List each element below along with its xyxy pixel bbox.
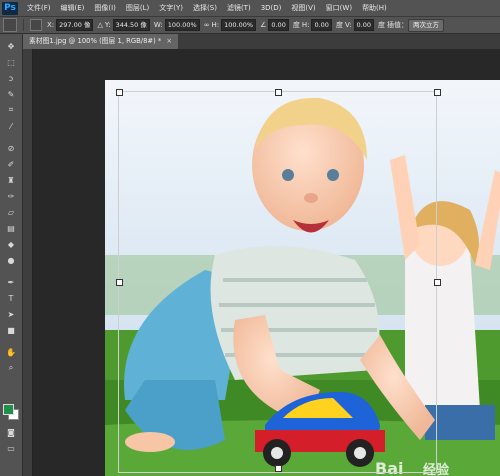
- menu-image[interactable]: 图像(I): [89, 3, 121, 13]
- marquee-icon[interactable]: ⬚: [4, 56, 18, 68]
- transform-handle-right[interactable]: [434, 279, 441, 286]
- pen-icon[interactable]: ✒: [4, 276, 18, 288]
- foreground-color-swatch[interactable]: [3, 404, 14, 415]
- y-field[interactable]: 344.50 像: [112, 19, 150, 31]
- vertical-ruler: [23, 49, 33, 476]
- canvas-area[interactable]: Bai 经验: [33, 49, 500, 476]
- options-bar: X: 297.00 像 △ Y: 344.50 像 W: 100.00% ∞ H…: [0, 17, 500, 34]
- rotate-icon: ∠: [260, 21, 267, 29]
- menu-edit[interactable]: 编辑(E): [56, 3, 90, 13]
- healing-icon[interactable]: ⊘: [4, 142, 18, 154]
- document-tab-bar: 素材图1.jpg @ 100% (图层 1, RGB/8#) * ×: [23, 34, 500, 49]
- menu-filter[interactable]: 滤镜(T): [222, 3, 256, 13]
- y-label: Y:: [104, 21, 111, 29]
- x-label: X:: [47, 21, 55, 29]
- interpolation-label: 插值：: [387, 21, 409, 29]
- rotate-field[interactable]: 0.00: [268, 19, 289, 31]
- reference-point-icon[interactable]: [30, 19, 42, 31]
- move-icon[interactable]: ✥: [4, 40, 18, 52]
- menu-view[interactable]: 视图(V): [286, 3, 320, 13]
- transform-handle-bottom[interactable]: [275, 465, 282, 472]
- document-tab[interactable]: 素材图1.jpg @ 100% (图层 1, RGB/8#) * ×: [23, 34, 179, 49]
- history-brush-icon[interactable]: ✑: [4, 190, 18, 202]
- eraser-icon[interactable]: ▱: [4, 206, 18, 218]
- link-icon[interactable]: ∞: [204, 21, 210, 29]
- menu-bar: Ps 文件(F) 编辑(E) 图像(I) 图层(L) 文字(Y) 选择(S) 滤…: [0, 0, 500, 17]
- move-tool-preset-icon[interactable]: [3, 18, 17, 32]
- delta-icon[interactable]: △: [97, 21, 102, 29]
- menu-type[interactable]: 文字(Y): [154, 3, 188, 13]
- blur-icon[interactable]: ◆: [4, 238, 18, 250]
- path-select-icon[interactable]: ➤: [4, 308, 18, 320]
- w-label: W:: [153, 21, 163, 29]
- menu-file[interactable]: 文件(F): [22, 3, 56, 13]
- eyedropper-icon[interactable]: ⁄: [4, 120, 18, 132]
- photoshop-logo: Ps: [2, 1, 18, 15]
- crop-icon[interactable]: ⌗: [4, 104, 18, 116]
- h-label: H:: [211, 21, 220, 29]
- lasso-icon[interactable]: ↄ: [4, 72, 18, 84]
- gradient-icon[interactable]: ▤: [4, 222, 18, 234]
- vskew-field[interactable]: 0.00: [353, 19, 375, 31]
- menu-3d[interactable]: 3D(D): [256, 4, 287, 12]
- stamp-icon[interactable]: ♜: [4, 174, 18, 186]
- brush-icon[interactable]: ✐: [4, 158, 18, 170]
- interpolation-select[interactable]: 两次立方: [408, 18, 445, 32]
- hskew-unit: 度: [335, 21, 343, 29]
- w-field[interactable]: 100.00%: [164, 19, 200, 31]
- transform-handle-top[interactable]: [275, 89, 282, 96]
- type-icon[interactable]: T: [4, 292, 18, 304]
- menu-layer[interactable]: 图层(L): [121, 3, 154, 13]
- shape-icon[interactable]: ■: [4, 324, 18, 336]
- tools-panel: ✥ ⬚ ↄ ✎ ⌗ ⁄ ⊘ ✐ ♜ ✑ ▱ ▤ ◆ ● ✒ T ➤ ■ ✋ ⌕ …: [0, 34, 23, 476]
- menu-help[interactable]: 帮助(H): [357, 3, 392, 13]
- vskew-unit: 度: [378, 21, 386, 29]
- menu-select[interactable]: 选择(S): [188, 3, 222, 13]
- transform-handle-top-right[interactable]: [434, 89, 441, 96]
- menu-window[interactable]: 窗口(W): [321, 3, 357, 13]
- hskew-label: H:: [301, 21, 310, 29]
- rotate-unit: 度: [292, 21, 300, 29]
- quick-mask-icon[interactable]: ◙: [4, 426, 18, 438]
- hskew-field[interactable]: 0.00: [311, 19, 332, 31]
- divider: [23, 19, 24, 31]
- zoom-icon[interactable]: ⌕: [4, 362, 18, 374]
- hand-icon[interactable]: ✋: [4, 346, 18, 358]
- transform-handle-left[interactable]: [116, 279, 123, 286]
- x-field[interactable]: 297.00 像: [56, 19, 94, 31]
- transform-bounding-box[interactable]: [33, 49, 500, 476]
- screen-mode-icon[interactable]: ▭: [4, 442, 18, 454]
- quick-select-icon[interactable]: ✎: [4, 88, 18, 100]
- close-icon[interactable]: ×: [166, 37, 172, 45]
- transform-handle-top-left[interactable]: [116, 89, 123, 96]
- vskew-label: V:: [344, 21, 352, 29]
- dodge-icon[interactable]: ●: [4, 254, 18, 266]
- document-title: 素材图1.jpg @ 100% (图层 1, RGB/8#) *: [29, 37, 162, 45]
- h-field[interactable]: 100.00%: [221, 19, 257, 31]
